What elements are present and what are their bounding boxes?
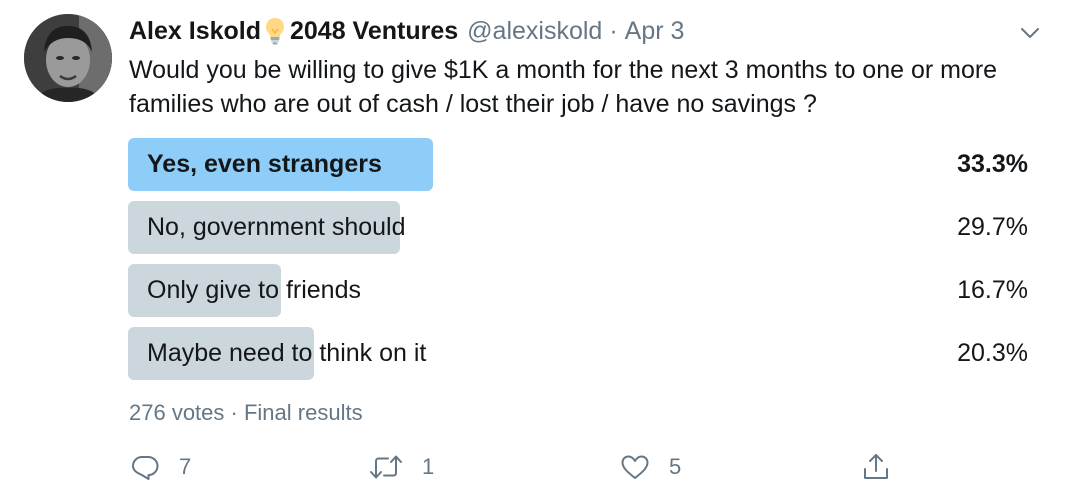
- retweet-count: 1: [422, 454, 435, 479]
- poll-option-percent: 29.7%: [957, 213, 1028, 241]
- tweet-actions: 7 1 5: [129, 449, 929, 485]
- poll-option-percent: 20.3%: [957, 339, 1028, 367]
- poll-option-label: No, government should: [147, 213, 406, 241]
- poll-option-label: Yes, even strangers: [147, 150, 382, 178]
- poll-option-percent: 33.3%: [957, 150, 1028, 178]
- poll-option: Yes, even strangers 33.3%: [128, 138, 1028, 191]
- author-company[interactable]: 2048 Ventures: [290, 17, 458, 46]
- poll-status: Final results: [243, 400, 363, 425]
- poll: Yes, even strangers 33.3% No, government…: [128, 138, 1028, 390]
- heart-icon: [619, 451, 651, 483]
- poll-option-label: Only give to friends: [147, 276, 361, 304]
- poll-option: Only give to friends 16.7%: [128, 264, 1028, 317]
- avatar[interactable]: [24, 14, 112, 102]
- poll-option: Maybe need to think on it 20.3%: [128, 327, 1028, 380]
- like-button[interactable]: 5: [619, 449, 681, 485]
- poll-summary: 276 votes · Final results: [129, 400, 363, 426]
- like-count: 5: [669, 454, 682, 479]
- author-handle[interactable]: @alexiskold: [467, 17, 602, 46]
- retweet-icon: [368, 451, 404, 483]
- separator-dot: ·: [230, 400, 238, 425]
- share-button[interactable]: [860, 449, 892, 485]
- reply-icon: [129, 451, 161, 483]
- poll-option-percent: 16.7%: [957, 276, 1028, 304]
- author-name[interactable]: Alex Iskold: [129, 17, 261, 46]
- tweet-header: Alex Iskold 2048 Ventures @alexiskold · …: [129, 13, 684, 49]
- share-icon: [860, 451, 892, 483]
- retweet-button[interactable]: 1: [368, 449, 434, 485]
- chevron-down-icon[interactable]: [1017, 20, 1043, 46]
- reply-button[interactable]: 7: [129, 449, 191, 485]
- tweet-date[interactable]: Apr 3: [625, 17, 685, 46]
- reply-count: 7: [179, 454, 192, 479]
- light-bulb-icon: [264, 16, 286, 46]
- poll-option-label: Maybe need to think on it: [147, 339, 427, 367]
- poll-option: No, government should 29.7%: [128, 201, 1028, 254]
- tweet-text: Would you be willing to give $1K a month…: [129, 56, 998, 118]
- vote-count: 276 votes: [129, 400, 225, 425]
- separator-dot: ·: [609, 16, 618, 45]
